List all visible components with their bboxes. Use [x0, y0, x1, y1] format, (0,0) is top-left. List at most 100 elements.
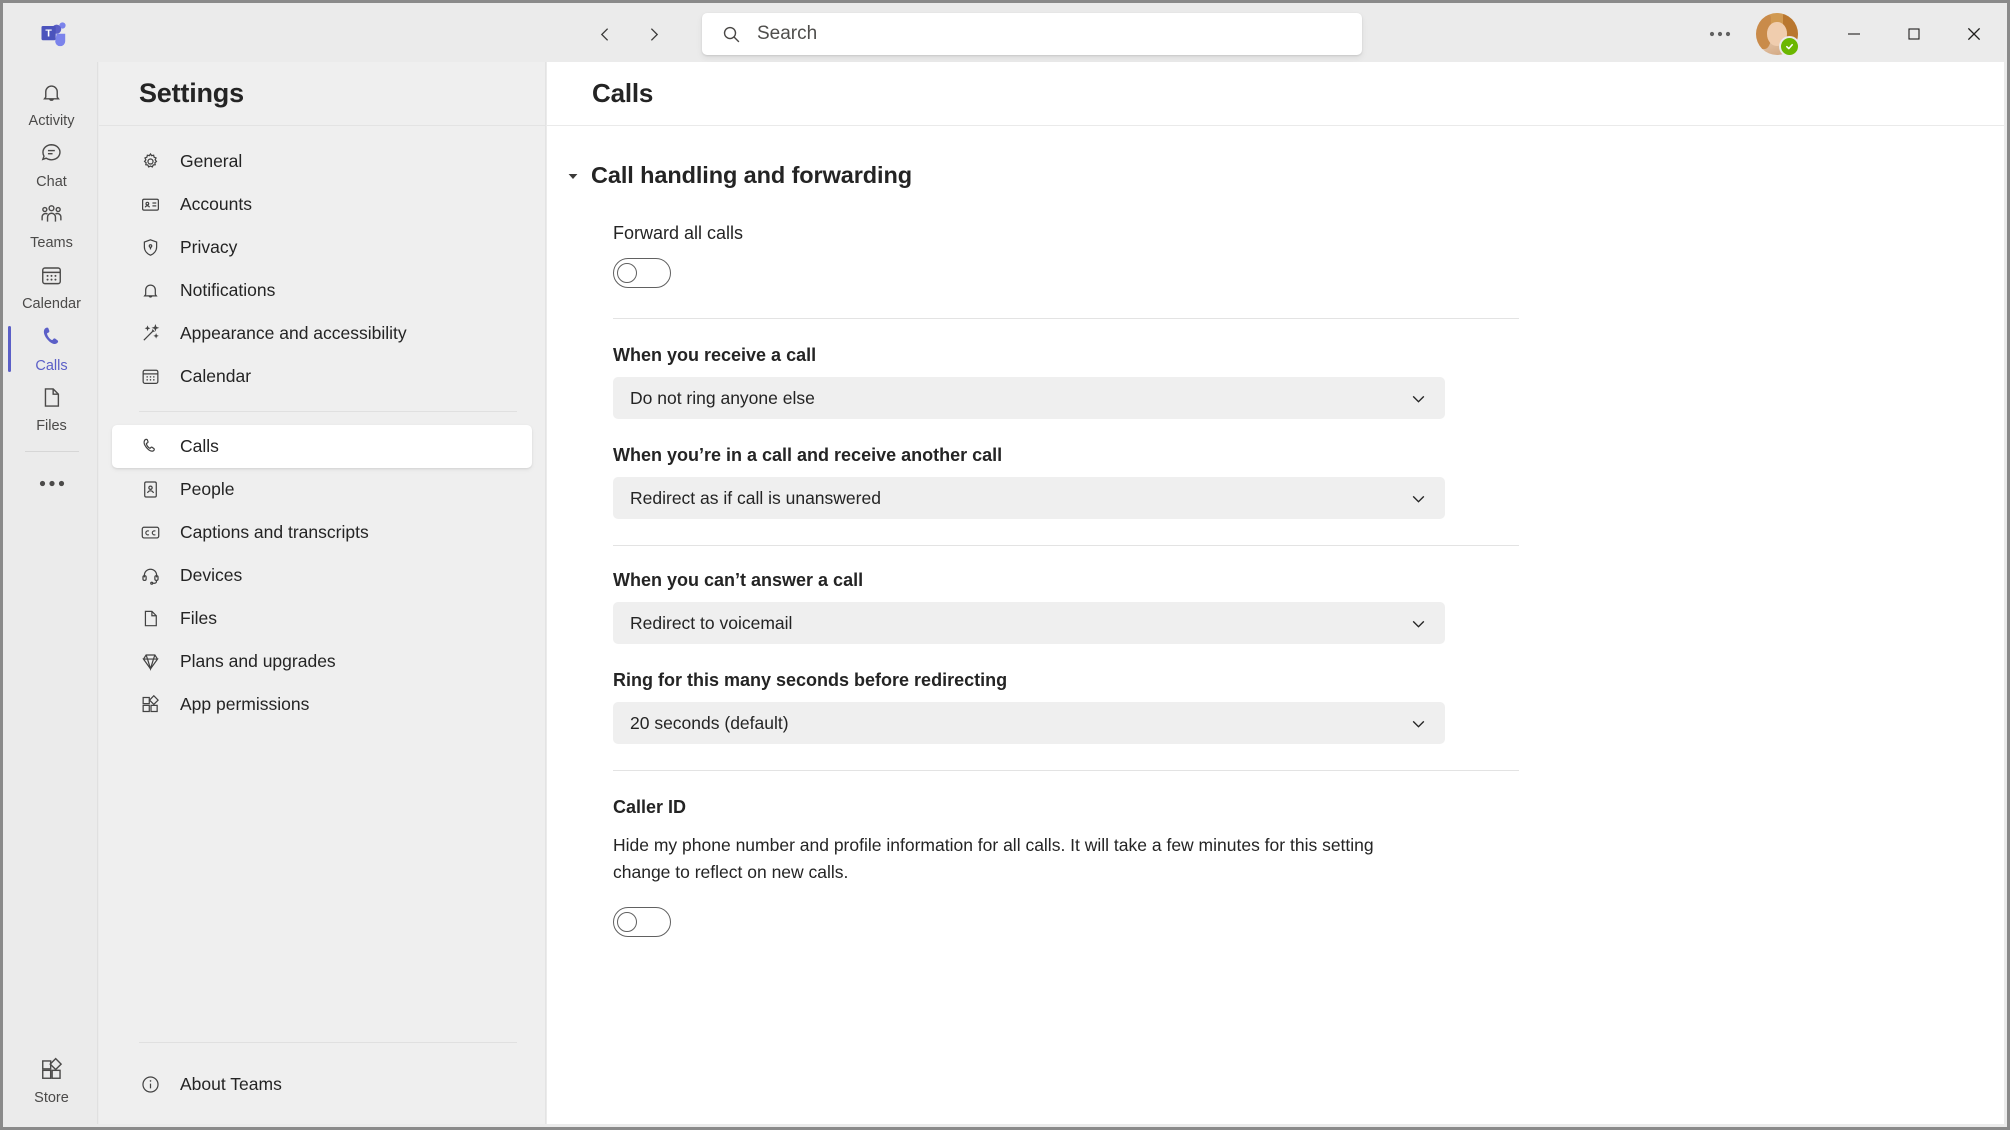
rail-label-calendar: Calendar	[22, 296, 81, 313]
closed-captions-icon	[140, 522, 170, 543]
diamond-icon	[140, 651, 170, 672]
when-in-a-call-dropdown[interactable]: Redirect as if call is unanswered	[613, 477, 1445, 519]
rail-item-files[interactable]: Files	[6, 379, 98, 440]
settings-group: Forward all calls When you receive a cal…	[547, 223, 2004, 938]
rail-label-activity: Activity	[28, 113, 75, 130]
rail-item-activity[interactable]: Activity	[6, 74, 98, 135]
rail-label-chat: Chat	[36, 174, 67, 191]
settings-footer: About Teams	[99, 1042, 545, 1124]
sidebar-item-calendar[interactable]: Calendar	[112, 355, 532, 398]
contact-card-icon	[140, 479, 170, 500]
divider-1	[613, 318, 1519, 319]
minimize-button[interactable]	[1824, 6, 1884, 62]
sidebar-label-calls: Calls	[180, 436, 219, 456]
teams-people-icon	[39, 202, 64, 232]
dropdown-value: Redirect as if call is unanswered	[630, 487, 881, 508]
settings-header: Settings	[99, 62, 545, 126]
info-circle-icon	[140, 1074, 170, 1095]
forward-button[interactable]	[636, 17, 670, 51]
rail-item-calls[interactable]: Calls	[6, 318, 98, 379]
phone-icon	[140, 436, 170, 457]
when-cant-answer-dropdown[interactable]: Redirect to voicemail	[613, 602, 1445, 644]
sidebar-item-captions-and-transcripts[interactable]: Captions and transcripts	[112, 511, 532, 554]
chevron-down-icon	[1410, 390, 1427, 407]
rail-item-store[interactable]: Store	[6, 1051, 98, 1112]
sidebar-item-privacy[interactable]: Privacy	[112, 226, 532, 269]
page-title: Calls	[592, 78, 654, 108]
main-header: Calls	[547, 62, 2004, 126]
apps-icon	[140, 694, 170, 715]
chat-icon	[39, 141, 64, 171]
shield-lock-icon	[140, 237, 170, 258]
sidebar-label-calendar: Calendar	[180, 366, 252, 386]
sidebar-item-devices[interactable]: Devices	[112, 554, 532, 597]
headset-icon	[140, 565, 170, 586]
caller-id-toggle[interactable]	[613, 907, 671, 938]
settings-title: Settings	[139, 78, 244, 108]
toggle-knob	[617, 912, 637, 933]
sidebar-label-notifications: Notifications	[180, 280, 276, 300]
caller-id-label: Caller ID	[613, 797, 687, 817]
when-you-receive-a-call-dropdown[interactable]: Do not ring anyone else	[613, 377, 1445, 419]
sidebar-divider	[139, 411, 517, 412]
rail-item-teams[interactable]: Teams	[6, 196, 98, 257]
teams-logo-icon: T	[6, 19, 101, 49]
caller-id-description: Hide my phone number and profile informa…	[613, 835, 1374, 882]
search-input[interactable]	[755, 22, 1319, 46]
when-in-a-call-label: When you’re in a call and receive anothe…	[613, 445, 1003, 465]
main-content: Calls Call handling and forwarding Forwa…	[547, 62, 2004, 1124]
dropdown-value: Redirect to voicemail	[630, 612, 793, 633]
rail-label-files: Files	[36, 418, 67, 435]
rail-label-store: Store	[34, 1090, 69, 1107]
app-rail: Activity Chat Teams Calendar Calls Files…	[6, 62, 98, 1124]
sidebar-label-accounts: Accounts	[180, 194, 252, 214]
rail-divider	[24, 451, 79, 452]
sidebar-footer-divider	[139, 1042, 517, 1043]
avatar[interactable]	[1756, 13, 1800, 57]
sidebar-item-app-permissions[interactable]: App permissions	[112, 683, 532, 726]
close-button[interactable]	[1944, 6, 2004, 62]
rail-item-calendar[interactable]: Calendar	[6, 257, 98, 318]
sidebar-item-people[interactable]: People	[112, 468, 532, 511]
chevron-down-icon	[1410, 615, 1427, 632]
about-teams-button[interactable]: About Teams	[112, 1063, 532, 1106]
settings-nav-list: General Accounts Privacy Notifications A…	[99, 126, 545, 726]
sidebar-label-privacy: Privacy	[180, 237, 238, 257]
rail-label-calls: Calls	[35, 357, 68, 374]
chevron-down-icon	[1410, 715, 1427, 732]
sidebar-label-captions: Captions and transcripts	[180, 522, 369, 542]
sidebar-item-general[interactable]: General	[112, 140, 532, 183]
sidebar-item-plans-and-upgrades[interactable]: Plans and upgrades	[112, 640, 532, 683]
sidebar-item-appearance-and-accessibility[interactable]: Appearance and accessibility	[112, 312, 532, 355]
id-card-icon	[140, 194, 170, 215]
sidebar-item-files[interactable]: Files	[112, 597, 532, 640]
sidebar-label-general: General	[180, 151, 243, 171]
rail-item-chat[interactable]: Chat	[6, 135, 98, 196]
sidebar-label-appearance: Appearance and accessibility	[180, 323, 407, 343]
toggle-knob	[617, 263, 637, 283]
back-button[interactable]	[588, 17, 622, 51]
caret-down-icon[interactable]	[565, 170, 581, 182]
more-options-button[interactable]	[1698, 12, 1742, 56]
sidebar-label-plans: Plans and upgrades	[180, 651, 336, 671]
calendar-icon	[39, 263, 64, 293]
teams-window: T Search Activity Chat Teams Calendar Ca…	[0, 0, 2010, 1130]
when-cant-answer-label: When you can’t answer a call	[613, 570, 864, 590]
sidebar-item-accounts[interactable]: Accounts	[112, 183, 532, 226]
bell-icon	[39, 80, 64, 110]
sidebar-item-calls[interactable]: Calls	[112, 425, 532, 468]
maximize-button[interactable]	[1884, 6, 1944, 62]
sidebar-item-notifications[interactable]: Notifications	[112, 269, 532, 312]
ring-seconds-dropdown[interactable]: 20 seconds (default)	[613, 702, 1445, 744]
rail-more-apps-button[interactable]	[6, 458, 98, 508]
when-you-receive-a-call-label: When you receive a call	[613, 345, 817, 365]
file-icon	[140, 608, 170, 629]
sidebar-label-people: People	[180, 479, 235, 499]
chevron-down-icon	[1410, 490, 1427, 507]
search-bar[interactable]	[702, 13, 1362, 55]
calendar-icon	[140, 366, 170, 387]
gear-icon	[140, 151, 170, 172]
dropdown-value: 20 seconds (default)	[630, 712, 789, 733]
forward-all-calls-toggle[interactable]	[613, 258, 671, 288]
about-teams-label: About Teams	[180, 1074, 282, 1094]
